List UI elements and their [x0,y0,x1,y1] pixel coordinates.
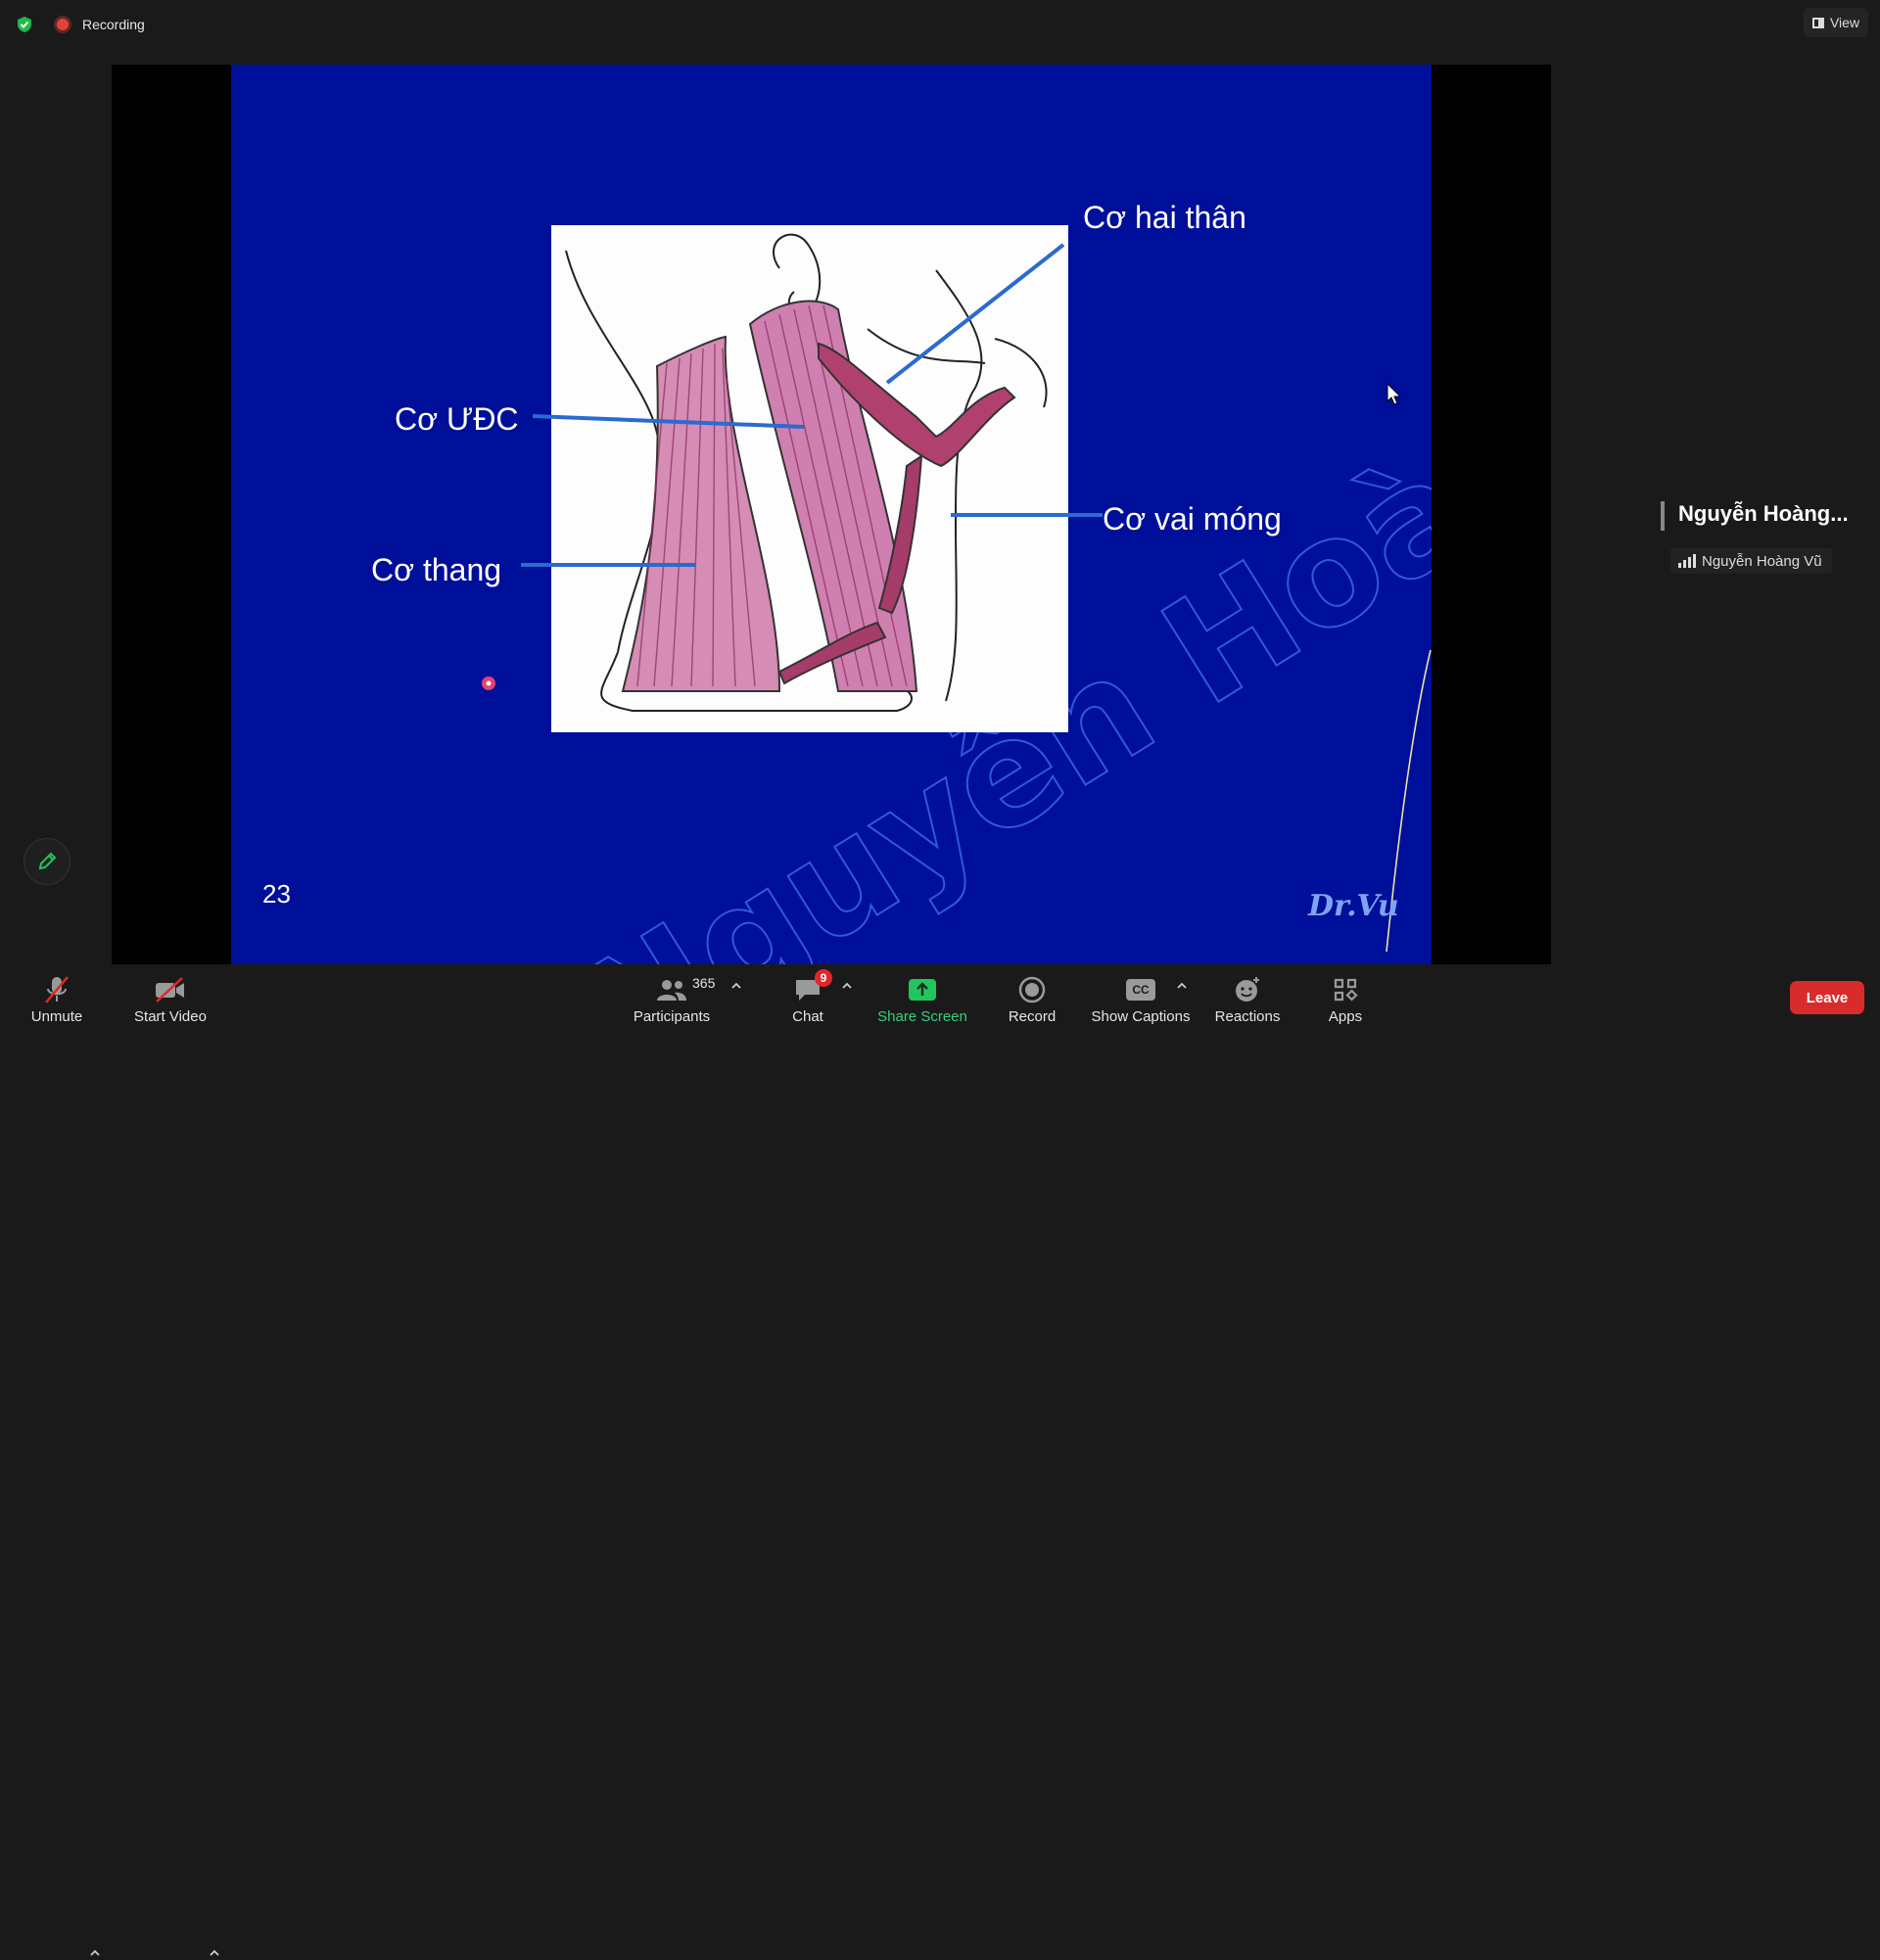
start-video-label: Start Video [134,1008,207,1025]
reactions-button[interactable]: Reactions [1210,967,1285,1030]
unmute-button[interactable]: Unmute [22,967,92,1030]
annotate-pen-button[interactable] [24,838,70,885]
participants-label: Participants [633,1008,711,1025]
slide-signature: Dr.Vu [1308,889,1399,923]
chat-unread-badge: 9 [815,969,832,987]
share-screen-icon [909,979,936,1001]
label-co-vai-mong: Cơ vai móng [1103,501,1282,537]
share-screen-button[interactable]: Share Screen [871,967,973,1030]
apps-button[interactable]: Apps [1316,967,1375,1030]
meeting-toolbar: Unmute Start Video Participants 365 9 Ch… [0,967,1880,1956]
show-captions-button[interactable]: CC Show Captions [1087,967,1195,1030]
recording-label: Recording [82,17,145,32]
record-icon [1018,976,1046,1003]
participant-tile-divider [1661,501,1665,531]
slide: Nguyễn Hoàng Vũ [231,65,1432,964]
microphone-muted-icon [45,976,69,1003]
video-options-caret-icon[interactable] [208,1946,221,1960]
top-bar: Recording View [0,0,1880,49]
view-button[interactable]: View [1804,8,1868,37]
record-button[interactable]: Record [997,967,1067,1030]
share-screen-label: Share Screen [877,1008,967,1025]
captions-options-caret-icon[interactable] [1175,979,1189,993]
participant-name-tag-label: Nguyễn Hoàng Vũ [1702,552,1822,570]
participants-options-caret-icon[interactable] [729,979,743,993]
participants-count: 365 [692,975,716,991]
participant-name-tag: Nguyễn Hoàng Vũ [1670,548,1832,574]
audio-options-caret-icon[interactable] [88,1946,102,1960]
chat-label: Chat [792,1008,823,1025]
reactions-label: Reactions [1214,1008,1281,1025]
view-label: View [1829,15,1860,30]
captions-cc-icon: CC [1126,979,1155,1001]
unmute-label: Unmute [30,1008,83,1025]
label-co-thang: Cơ thang [371,552,502,587]
chat-options-caret-icon[interactable] [840,979,854,993]
signal-strength-icon [1678,554,1696,568]
apps-label: Apps [1328,1008,1363,1025]
security-shield-icon[interactable] [16,16,33,33]
participants-icon [657,980,686,1001]
show-captions-label: Show Captions [1091,1008,1191,1025]
laser-pointer-center [486,680,492,686]
pen-icon [38,852,57,870]
reactions-smiley-icon [1236,977,1259,1002]
slide-page-number: 23 [262,879,291,909]
view-layout-icon [1811,17,1824,28]
apps-grid-icon [1334,978,1358,1002]
recording-dot-icon [57,19,69,30]
mouse-cursor-icon [1386,382,1402,405]
record-label: Record [1008,1008,1057,1025]
label-co-hai-than: Cơ hai thân [1083,200,1246,235]
participant-display-name: Nguyễn Hoàng... [1678,501,1849,526]
label-co-udc: Cơ ƯĐC [395,401,519,437]
leave-button[interactable]: Leave [1790,981,1864,1014]
start-video-button[interactable]: Start Video [125,967,215,1030]
video-camera-off-icon [156,977,184,1003]
chat-button[interactable]: 9 Chat [774,967,842,1030]
